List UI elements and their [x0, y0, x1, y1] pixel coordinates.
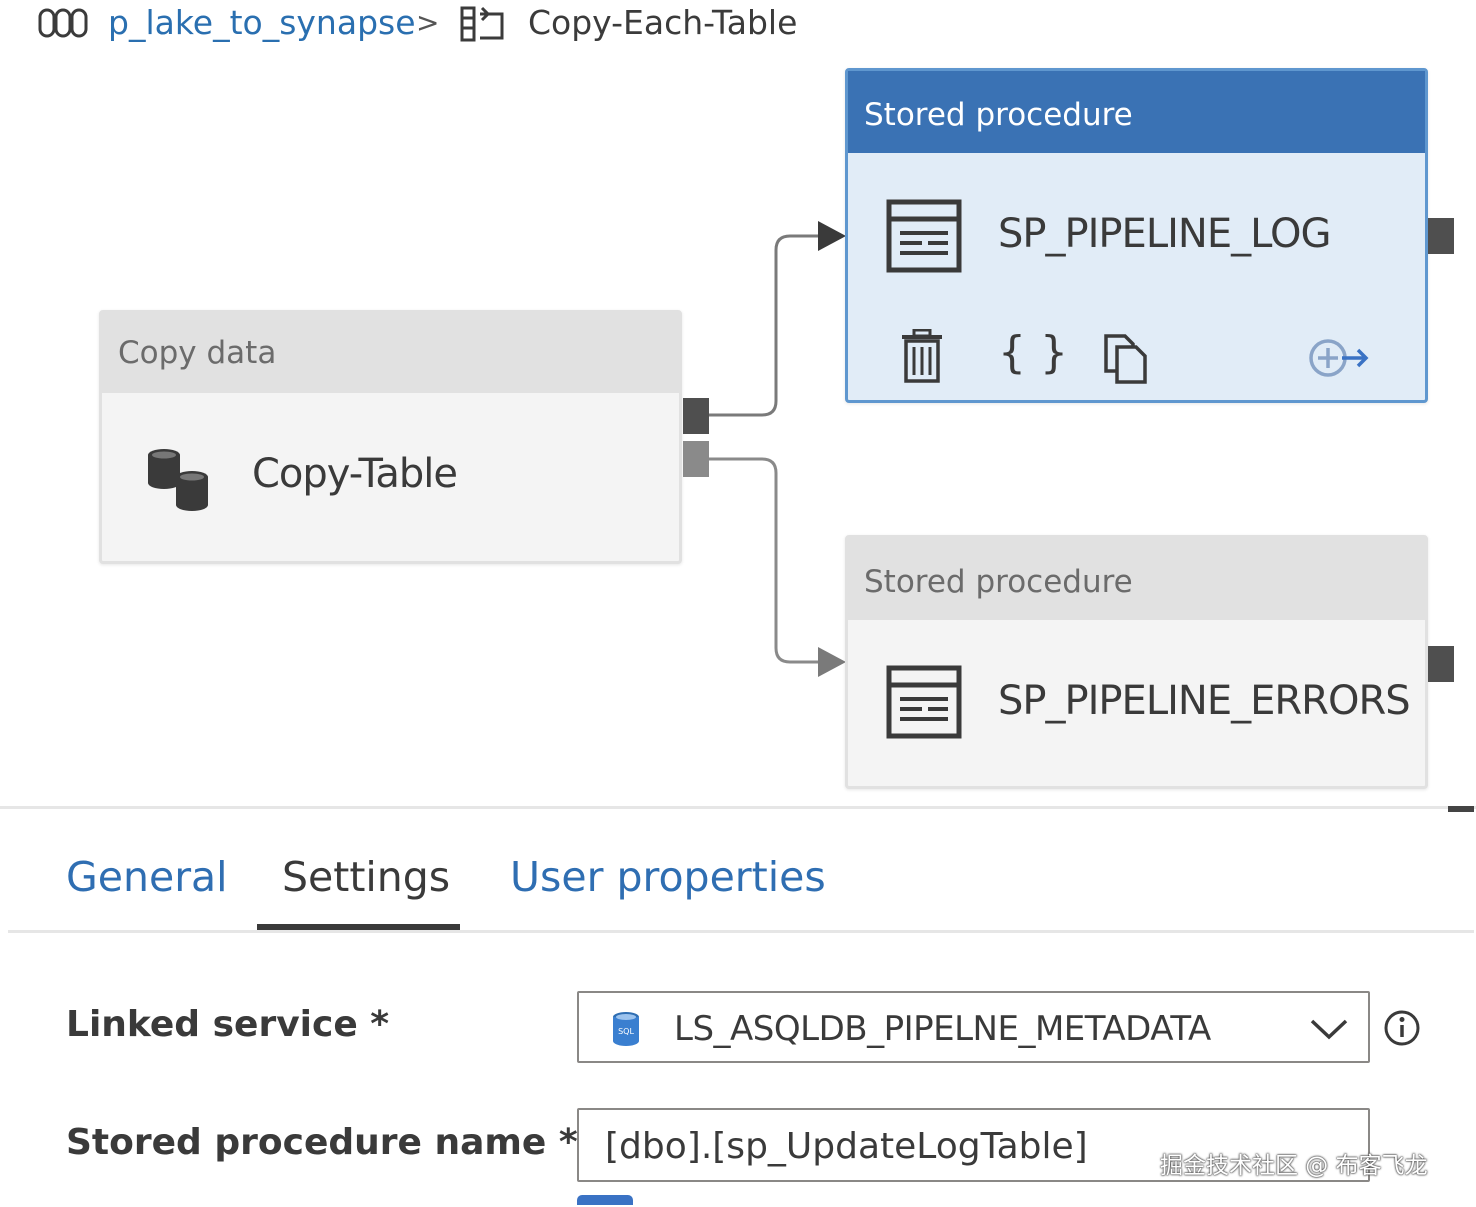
svg-text:SQL: SQL [618, 1027, 634, 1036]
stored-procedure-name-label: Stored procedure name * [66, 1122, 578, 1163]
code-icon[interactable]: { } [998, 323, 1068, 383]
watermark: 掘金技术社区 @ 布客飞龙 [1160, 1153, 1428, 1179]
stored-procedure-activity-errors[interactable]: Stored procedure SP_PIPELINE_ERRORS [845, 535, 1428, 789]
stored-procedure-icon [886, 665, 962, 739]
success-output-port[interactable] [683, 398, 709, 434]
activity-name: Copy-Table [252, 451, 458, 497]
activity-type-label: Stored procedure [848, 71, 1425, 153]
chevron-down-icon[interactable] [1309, 1017, 1349, 1041]
stored-procedure-icon [886, 199, 962, 273]
tab-bar-divider [8, 930, 1474, 933]
success-arrowhead [818, 221, 846, 251]
failure-connector [708, 457, 820, 664]
activity-type-label: Copy data [102, 313, 679, 393]
stored-procedure-name-value: [dbo].[sp_UpdateLogTable] [605, 1126, 1088, 1167]
tab-general[interactable]: General [66, 846, 228, 908]
tab-settings[interactable]: Settings [282, 846, 450, 908]
sql-database-icon: SQL [613, 1012, 639, 1046]
linked-service-value: LS_ASQLDB_PIPELNE_METADATA [674, 1009, 1211, 1049]
delete-icon[interactable] [900, 329, 944, 385]
add-output-icon[interactable] [1308, 337, 1370, 379]
focus-indicator [577, 1195, 633, 1205]
output-port[interactable] [1428, 218, 1454, 254]
info-icon[interactable] [1383, 1009, 1421, 1047]
stored-procedure-activity-log[interactable]: Stored procedure SP_PIPELINE_LOG { } [845, 68, 1428, 403]
panel-divider[interactable] [0, 806, 1476, 809]
output-port[interactable] [1428, 646, 1454, 682]
linked-service-select[interactable]: SQL LS_ASQLDB_PIPELNE_METADATA [577, 991, 1370, 1063]
activity-name: SP_PIPELINE_LOG [998, 211, 1331, 257]
database-copy-icon [148, 449, 208, 511]
activity-name: SP_PIPELINE_ERRORS [998, 678, 1411, 724]
failure-arrowhead [818, 647, 846, 677]
failure-output-port[interactable] [683, 441, 709, 477]
panel-resize-handle[interactable] [1448, 806, 1474, 812]
activity-type-label: Stored procedure [848, 538, 1425, 620]
copy-data-activity[interactable]: Copy data Copy-Table [99, 310, 682, 564]
clone-icon[interactable] [1103, 333, 1149, 385]
linked-service-label: Linked service * [66, 1004, 390, 1045]
success-connector [708, 234, 820, 417]
tab-user-properties[interactable]: User properties [510, 846, 826, 908]
